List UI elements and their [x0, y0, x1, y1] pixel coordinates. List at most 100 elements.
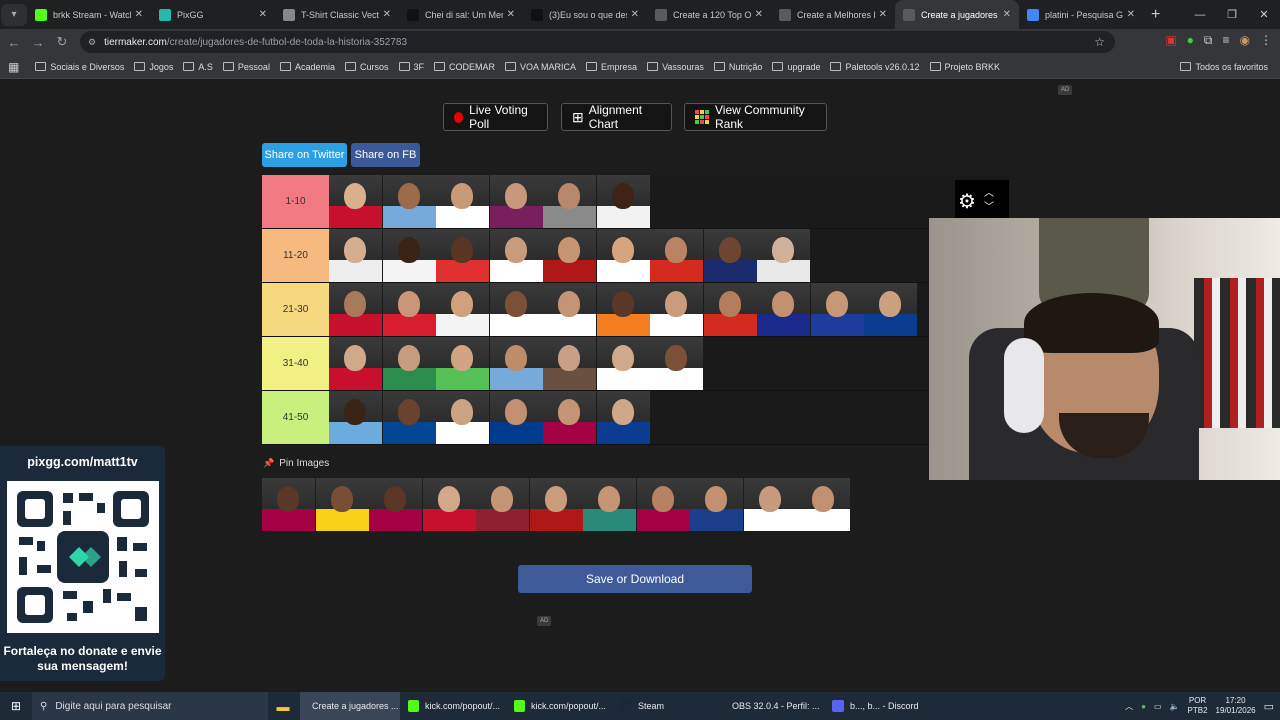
bookmark-folder[interactable]: 3F: [398, 62, 424, 72]
player-card[interactable]: [382, 391, 436, 444]
site-info-icon[interactable]: ⚙: [88, 37, 96, 48]
bookmark-folder[interactable]: upgrade: [772, 62, 820, 72]
bookmark-folder[interactable]: A.S: [183, 62, 213, 72]
player-card[interactable]: [329, 391, 382, 444]
tier-label[interactable]: 21-30: [262, 283, 329, 336]
browser-tab[interactable]: Create a jugadores de ✕: [895, 0, 1019, 29]
bookmark-folder[interactable]: Projeto BRKK: [929, 62, 1000, 72]
tab-close-icon[interactable]: ✕: [135, 9, 143, 20]
apps-grid-icon[interactable]: ▦: [8, 60, 19, 74]
browser-tab[interactable]: Create a 120 Top One ✕: [647, 0, 771, 29]
tier-label[interactable]: 41-50: [262, 391, 329, 444]
player-card[interactable]: [329, 175, 382, 228]
player-card[interactable]: [543, 391, 596, 444]
bookmark-folder[interactable]: CODEMAR: [434, 62, 495, 72]
player-card[interactable]: [329, 337, 382, 390]
bookmark-folder[interactable]: Academia: [279, 62, 335, 72]
player-card[interactable]: [596, 283, 650, 336]
tab-close-icon[interactable]: ✕: [755, 9, 763, 20]
all-favorites-folder[interactable]: Todos os favoritos: [1180, 62, 1268, 72]
browser-menu-icon[interactable]: ⋮: [1260, 33, 1272, 48]
bookmark-folder[interactable]: Vassouras: [647, 62, 704, 72]
back-button[interactable]: ←: [2, 35, 26, 50]
pool-player-card[interactable]: [743, 478, 797, 531]
bookmark-folder[interactable]: VOA MARICA: [505, 62, 576, 72]
player-card[interactable]: [703, 283, 757, 336]
player-card[interactable]: [650, 283, 703, 336]
gear-icon[interactable]: ⚙: [958, 189, 976, 214]
player-card[interactable]: [382, 229, 436, 282]
taskbar-app[interactable]: kick.com/popout/...: [402, 692, 506, 720]
player-card[interactable]: [810, 283, 864, 336]
share-twitter-button[interactable]: Share on Twitter: [262, 143, 347, 167]
player-card[interactable]: [382, 337, 436, 390]
player-card[interactable]: [489, 283, 543, 336]
bookmark-folder[interactable]: Nutrição: [713, 62, 762, 72]
bookmark-folder[interactable]: Paletools v26.0.12: [830, 62, 920, 72]
clock[interactable]: 17:20 19/01/2026: [1216, 696, 1256, 716]
pool-player-card[interactable]: [476, 478, 529, 531]
alignment-chart-button[interactable]: ⊞ Alignment Chart: [561, 103, 672, 131]
chevron-down-icon[interactable]: ﹀: [984, 201, 994, 215]
player-card[interactable]: [757, 229, 810, 282]
taskbar-app[interactable]: OBS 32.0.4 - Perfil: ...: [720, 692, 824, 720]
tier-label[interactable]: 31-40: [262, 337, 329, 390]
player-card[interactable]: [329, 283, 382, 336]
pool-player-card[interactable]: [315, 478, 369, 531]
pool-player-card[interactable]: [690, 478, 743, 531]
tab-close-icon[interactable]: ✕: [631, 9, 639, 20]
player-card[interactable]: [329, 229, 382, 282]
pool-player-card[interactable]: [583, 478, 636, 531]
extension-icon[interactable]: ▣: [1165, 33, 1176, 48]
share-fb-button[interactable]: Share on FB: [351, 143, 420, 167]
player-card[interactable]: [489, 175, 543, 228]
bookmark-folder[interactable]: Sociais e Diversos: [35, 62, 124, 72]
new-tab-button[interactable]: +: [1151, 6, 1160, 24]
player-card[interactable]: [650, 337, 703, 390]
player-card[interactable]: [703, 229, 757, 282]
player-card[interactable]: [382, 283, 436, 336]
chevron-up-icon[interactable]: ︿: [984, 187, 994, 201]
pool-player-card[interactable]: [529, 478, 583, 531]
restore-button[interactable]: ❐: [1216, 8, 1248, 21]
pool-player-card[interactable]: [797, 478, 850, 531]
taskbar-app[interactable]: kick.com/popout/...: [508, 692, 612, 720]
network-icon[interactable]: ▭: [1154, 702, 1162, 711]
tray-app-icon[interactable]: ●: [1141, 702, 1146, 711]
bookmark-folder[interactable]: Cursos: [344, 62, 389, 72]
player-card[interactable]: [436, 229, 489, 282]
close-window-button[interactable]: ✕: [1248, 8, 1280, 21]
browser-tab[interactable]: PixGG ✕: [151, 0, 275, 29]
tab-close-icon[interactable]: ✕: [507, 9, 515, 20]
extension-icon[interactable]: ●: [1187, 33, 1194, 48]
browser-tab[interactable]: brkk Stream - Watch ✕: [27, 0, 151, 29]
browser-tab[interactable]: Chei di sal: Um Meme ✕: [399, 0, 523, 29]
pin-images[interactable]: 📌 Pin Images: [263, 458, 329, 469]
file-explorer-icon[interactable]: ▬: [268, 699, 298, 714]
pool-player-card[interactable]: [369, 478, 422, 531]
player-card[interactable]: [596, 391, 650, 444]
bookmark-folder[interactable]: Empresa: [586, 62, 637, 72]
windows-start-icon[interactable]: ⊞: [0, 699, 32, 713]
save-download-button[interactable]: Save or Download: [518, 565, 752, 593]
live-voting-poll-button[interactable]: Live Voting Poll: [443, 103, 548, 131]
player-card[interactable]: [489, 229, 543, 282]
volume-icon[interactable]: 🔈: [1170, 702, 1180, 711]
keyboard-layout[interactable]: POR PTB2: [1188, 696, 1208, 716]
community-rank-button[interactable]: View Community Rank: [684, 103, 827, 131]
pool-player-card[interactable]: [636, 478, 690, 531]
browser-tab[interactable]: (3)Eu sou o que desn ✕: [523, 0, 647, 29]
taskbar-app[interactable]: b..., b... - Discord: [826, 692, 930, 720]
pool-player-card[interactable]: [422, 478, 476, 531]
player-card[interactable]: [436, 175, 489, 228]
reload-button[interactable]: ↻: [50, 34, 74, 50]
player-card[interactable]: [757, 283, 810, 336]
player-card[interactable]: [543, 283, 596, 336]
browser-tab[interactable]: platini - Pesquisa Go ✕: [1019, 0, 1143, 29]
browser-tab[interactable]: T-Shirt Classic Vectra ✕: [275, 0, 399, 29]
player-card[interactable]: [436, 337, 489, 390]
bookmark-folder[interactable]: Pessoal: [222, 62, 270, 72]
browser-tab[interactable]: Create a Melhores lu ✕: [771, 0, 895, 29]
bookmark-folder[interactable]: Jogos: [134, 62, 173, 72]
media-controls-icon[interactable]: ≡: [1223, 33, 1230, 48]
